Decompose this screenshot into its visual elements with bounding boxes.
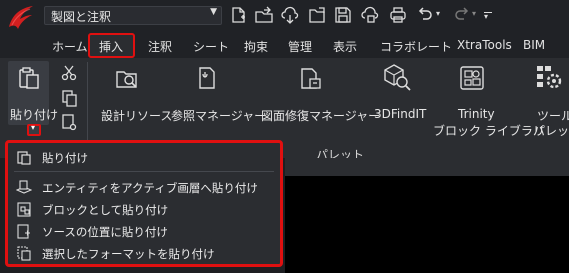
tab-sheet[interactable]: シート [193,38,229,55]
drawing-tab-strip [285,158,569,176]
print-icon[interactable] [388,5,408,25]
3dfindit-label[interactable]: 3DFindIT [374,107,426,121]
design-resources-label[interactable]: 設計リソース [101,107,172,124]
menu-item-label: 選択したフォーマットを貼り付け [42,247,215,261]
menu-item-paste-to-active-layer[interactable]: エンティティをアクティブ画層へ貼り付け [8,177,280,197]
open-file-icon[interactable] [254,5,274,25]
document-name: 製図と注釈 [51,10,112,24]
menu-item-paste[interactable]: 貼り付け [8,147,280,167]
redo-icon[interactable] [452,5,472,25]
block-library-label[interactable]: ブロック ライブラリ [433,122,545,139]
new-file-icon[interactable] [228,5,248,25]
menu-item-paste-special[interactable]: 選択したフォーマットを貼り付け [8,243,280,263]
customize-toolbar-icon[interactable]: ▾ [484,12,488,21]
ribbon-divider [87,62,88,140]
clipboard-icon [19,67,39,89]
app-logo-icon[interactable] [6,3,36,33]
paste-icon [17,151,31,165]
menu-item-label: ブロックとして貼り付け [42,203,169,217]
tab-xtratools[interactable]: XtraTools [457,38,512,52]
menu-item-label: エンティティをアクティブ画層へ貼り付け [42,181,258,195]
menu-separator [14,171,274,172]
tab-insert[interactable]: 挿入 [99,38,123,55]
menu-item-label: 貼り付け [42,151,88,165]
copy-with-basepoint-icon[interactable] [60,113,78,131]
tab-collaborate[interactable]: コラボレート [380,38,452,55]
tab-manage[interactable]: 管理 [288,38,312,55]
tab-view[interactable]: 表示 [333,38,357,55]
paste-label: 貼り付け [10,108,59,122]
3dfindit-icon[interactable] [382,62,412,94]
tab-constraints[interactable]: 拘束 [244,38,268,55]
paste-to-original-coords-icon [17,224,30,239]
undo-icon[interactable] [415,5,435,25]
document-selector[interactable]: 製図と注釈 ▼ [44,6,222,25]
reference-manager-label[interactable]: 参照マネージャー [171,107,266,124]
copy-icon[interactable] [60,89,78,107]
trinity-label[interactable]: Trinity [458,107,495,121]
menu-item-paste-as-block[interactable]: ブロックとして貼り付け [8,199,280,219]
menu-item-paste-to-original-coords[interactable]: ソースの位置に貼り付け [8,221,280,241]
save-icon[interactable] [333,5,353,25]
drawing-canvas[interactable] [285,176,569,273]
chevron-down-icon: ▼ [210,7,217,17]
paste-dropdown-menu: 貼り付け エンティティをアクティブ画層へ貼り付け ブロックとして貼り付け ソース… [5,140,283,267]
tab-annotate[interactable]: 注釈 [148,38,172,55]
cut-icon[interactable] [60,64,78,82]
drawing-recovery-icon[interactable] [298,66,324,92]
paste-dropdown-button[interactable]: ▾ [27,123,41,136]
menu-item-label: ソースの位置に貼り付け [42,225,168,239]
undo-chevron-icon[interactable]: ▾ [436,9,440,18]
palette-sub-label[interactable]: パレット [533,122,569,139]
paste-special-icon [17,246,31,261]
paste-as-block-icon [17,202,31,217]
design-resources-icon[interactable] [114,66,140,92]
chevron-down-icon: ▾ [31,123,36,132]
open-folder-icon[interactable] [307,5,327,25]
paste-to-active-layer-icon [16,180,32,194]
cloud-download-icon[interactable] [280,5,300,25]
drawing-recovery-label[interactable]: 図面修復マネージャー [261,107,380,124]
cloud-upload-icon[interactable] [360,5,380,25]
tab-home[interactable]: ホーム [52,38,88,55]
trinity-block-library-icon[interactable] [458,64,486,92]
tab-bim[interactable]: BIM [523,38,545,52]
redo-chevron-icon[interactable]: ▾ [472,9,476,18]
tool-palette-icon[interactable] [534,62,564,92]
reference-manager-icon[interactable] [196,64,218,92]
